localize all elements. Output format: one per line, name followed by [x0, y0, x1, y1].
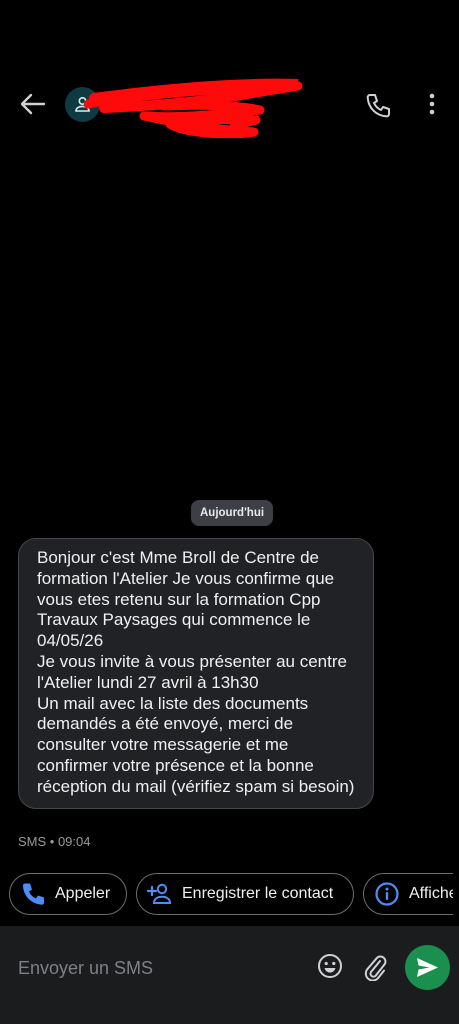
phone-icon — [22, 883, 44, 905]
redacted-contact-name — [83, 76, 304, 139]
sms-input[interactable]: Envoyer un SMS — [18, 958, 153, 979]
info-icon — [375, 882, 399, 906]
emoji-icon[interactable] — [317, 953, 343, 979]
save-contact-label: Enregistrer le contact — [182, 885, 334, 902]
call-action-label: Appeler — [55, 885, 111, 902]
date-divider: Aujourd'hui — [191, 500, 274, 526]
back-arrow-icon[interactable] — [18, 92, 46, 116]
top-app-bar — [0, 70, 459, 139]
incoming-message-bubble[interactable]: Bonjour c'est Mme Broll de Centre de for… — [18, 538, 374, 809]
details-chip[interactable]: Afficher — [363, 873, 453, 915]
message-composer: Envoyer un SMS — [0, 926, 459, 1024]
call-action-chip[interactable]: Appeler — [9, 873, 127, 915]
details-label: Afficher — [409, 885, 453, 902]
paperclip-icon[interactable] — [363, 953, 387, 982]
send-icon — [417, 958, 438, 977]
save-contact-chip[interactable]: Enregistrer le contact — [136, 873, 354, 915]
add-person-icon — [147, 883, 172, 904]
more-vertical-icon[interactable] — [425, 92, 439, 116]
message-meta: SMS • 09:04 — [18, 834, 91, 849]
send-button[interactable] — [405, 945, 450, 990]
phone-icon[interactable] — [364, 92, 392, 120]
